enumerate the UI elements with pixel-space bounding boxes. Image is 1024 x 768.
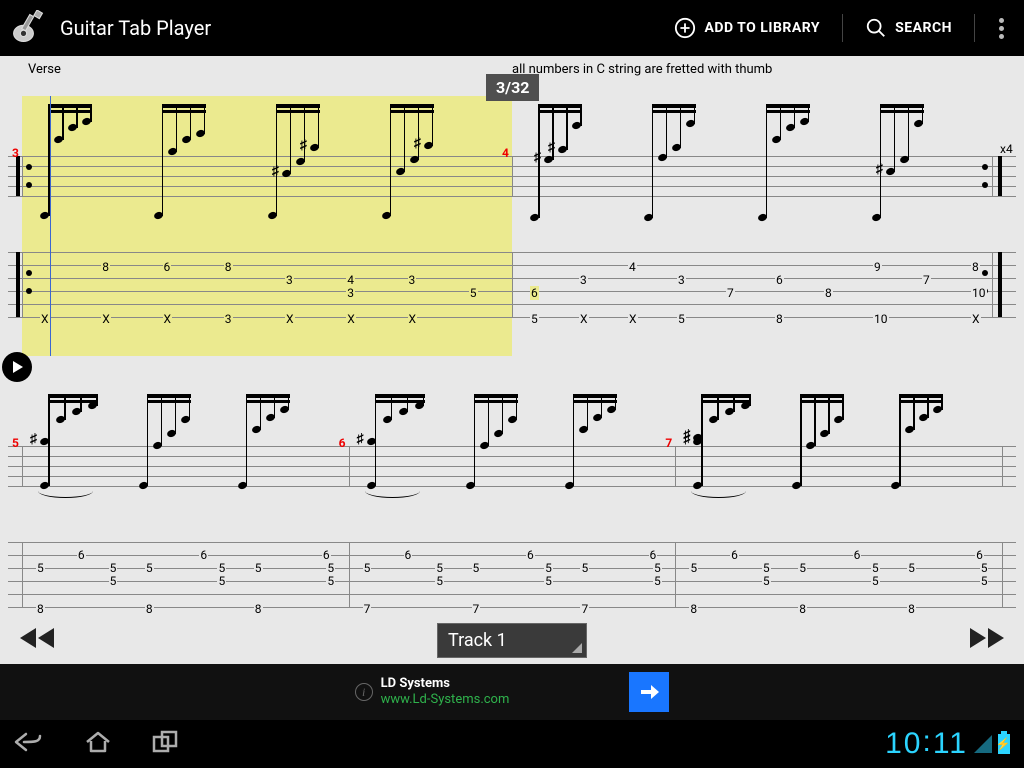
search-icon [865, 17, 887, 39]
arrow-right-icon [637, 680, 661, 704]
home-icon [84, 730, 112, 754]
tab-row: 5♯6♯7♯♯666555555555888666555555555777666… [8, 386, 1016, 622]
measure-counter: 3/32 [486, 74, 539, 101]
ad-title: LD Systems [381, 676, 510, 692]
playback-controls: Track 1 [0, 616, 1024, 664]
fast-forward-button[interactable] [966, 624, 1008, 656]
back-icon [14, 730, 44, 754]
clock-time: 10:11 [885, 727, 968, 761]
add-to-library-label: ADD TO LIBRARY [704, 20, 820, 36]
ad-info-icon: i [355, 683, 373, 701]
track-select-label: Track 1 [448, 630, 507, 651]
back-button[interactable] [14, 730, 44, 758]
recent-apps-button[interactable] [152, 730, 182, 758]
ad-go-button[interactable] [629, 672, 669, 712]
app-bar: Guitar Tab Player ADD TO LIBRARY SEARCH [0, 0, 1024, 56]
add-to-library-button[interactable]: ADD TO LIBRARY [664, 0, 830, 56]
appbar-divider [974, 14, 975, 42]
play-icon [9, 359, 25, 375]
ad-url: www.Ld-Systems.com [381, 692, 510, 708]
rewind-button[interactable] [16, 624, 58, 656]
overflow-menu-button[interactable] [987, 18, 1016, 39]
tab-comment: all numbers in C string are fretted with… [512, 62, 772, 77]
section-label: Verse [28, 62, 61, 77]
ad-banner[interactable]: i LD Systems www.Ld-Systems.com [0, 664, 1024, 720]
search-label: SEARCH [895, 20, 952, 36]
tab-row: 3♯♯♯4♯♯♯x4868343356XXX3XXX498336778105XX… [8, 96, 1016, 332]
signal-icon [974, 735, 992, 753]
app-logo [8, 8, 48, 48]
track-select[interactable]: Track 1 [437, 623, 587, 658]
status-clock[interactable]: 10:11 ⚡ [885, 727, 1010, 761]
fast-forward-icon [966, 624, 1008, 652]
plus-circle-icon [674, 17, 696, 39]
android-nav-bar: 10:11 ⚡ [0, 720, 1024, 768]
search-button[interactable]: SEARCH [855, 0, 962, 56]
recent-apps-icon [152, 730, 182, 754]
battery-charging-icon: ⚡ [998, 734, 1010, 754]
tab-sheet[interactable]: Verse all numbers in C string are frette… [0, 56, 1024, 664]
home-button[interactable] [84, 730, 112, 758]
rewind-icon [16, 624, 58, 652]
play-button[interactable] [2, 352, 32, 382]
appbar-divider [842, 14, 843, 42]
app-title: Guitar Tab Player [60, 16, 211, 40]
